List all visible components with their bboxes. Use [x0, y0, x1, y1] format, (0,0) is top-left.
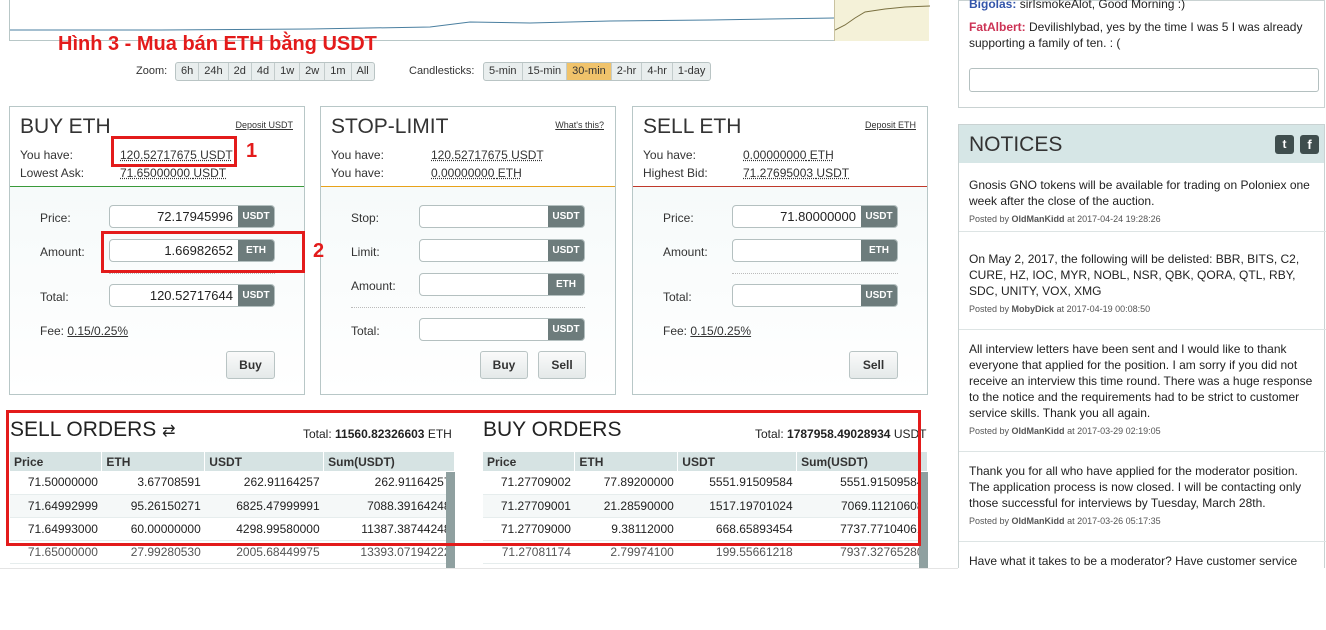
buy-amount-label: Amount:	[40, 245, 85, 259]
annotation-label-1: 1	[246, 140, 258, 162]
buy-total-label: Total:	[40, 290, 69, 304]
notice-item: All interview letters have been sent and…	[969, 342, 1313, 436]
notice-item: Thank you for all who have applied for t…	[969, 464, 1302, 526]
zoom-1m[interactable]: 1m	[325, 63, 352, 80]
buy-price-input[interactable]: 72.17945996 USDT	[109, 205, 275, 228]
buy-fee: Fee: 0.15/0.25%	[40, 324, 129, 338]
notice-item: Gnosis GNO tokens will be available for …	[969, 178, 1310, 224]
sell-price-input[interactable]: 71.80000000 USDT	[732, 205, 898, 228]
zoom-label: Zoom:	[136, 65, 168, 77]
highest-bid-label: Highest Bid:	[643, 166, 708, 180]
annotation-box-orders	[6, 410, 921, 546]
lowest-ask-label: Lowest Ask:	[20, 166, 85, 180]
stop-input[interactable]: USDT	[419, 205, 585, 228]
stop-have-value[interactable]: 120.52717675 USDT	[431, 148, 544, 162]
facebook-icon[interactable]: f	[1300, 135, 1319, 154]
sell-total-label: Total:	[663, 290, 692, 304]
stop-have2-value[interactable]: 0.00000000 ETH	[431, 166, 522, 180]
notice-item: On May 2, 2017, the following will be de…	[969, 252, 1300, 314]
candle-15-min[interactable]: 15-min	[523, 63, 568, 80]
candle-4-hr[interactable]: 4-hr	[642, 63, 673, 80]
trollbox: Bigolas: sirIsmokeAlot, Good Morning :) …	[958, 0, 1325, 108]
deposit-usdt-link[interactable]: Deposit USDT	[235, 120, 293, 130]
candlesticks-label: Candlesticks:	[409, 65, 475, 77]
stop-limit-panel: STOP-LIMIT What's this? You have: 120.52…	[320, 106, 616, 395]
sell-amount-input[interactable]: ETH	[732, 239, 898, 262]
chat-message: Bigolas: sirIsmokeAlot, Good Morning :)	[969, 0, 1186, 11]
stop-amount-label: Amount:	[351, 279, 396, 293]
highest-bid-value[interactable]: 71.27695003 USDT	[743, 166, 849, 180]
sell-button[interactable]: Sell	[849, 351, 898, 379]
buy-total-input[interactable]: 120.52717644 USDT	[109, 284, 275, 307]
stop-amount-input[interactable]: ETH	[419, 273, 585, 296]
zoom-1w[interactable]: 1w	[275, 63, 301, 80]
sell-panel: SELL ETH Deposit ETH You have: 0.0000000…	[632, 106, 928, 395]
sell-total-input[interactable]: USDT	[732, 284, 898, 307]
notice-item: Have what it takes to be a moderator? Ha…	[969, 554, 1298, 568]
zoom-2d[interactable]: 2d	[229, 63, 252, 80]
deposit-eth-link[interactable]: Deposit ETH	[865, 120, 916, 130]
zoom-all[interactable]: All	[352, 63, 374, 80]
stop-buy-button[interactable]: Buy	[480, 351, 528, 379]
stop-total-input[interactable]: USDT	[419, 318, 585, 341]
lowest-ask-value[interactable]: 71.65000000 USDT	[120, 166, 226, 180]
buy-price-label: Price:	[40, 211, 71, 225]
stop-label: Stop:	[351, 211, 380, 225]
annotation-box-2	[101, 231, 305, 273]
sell-title: SELL ETH	[643, 115, 742, 138]
zoom-2w[interactable]: 2w	[300, 63, 326, 80]
stop-limit-title: STOP-LIMIT	[331, 115, 449, 138]
whats-this-link[interactable]: What's this?	[555, 120, 604, 130]
annotation-box-1	[111, 136, 237, 167]
buy-button[interactable]: Buy	[226, 351, 275, 379]
buy-have-label: You have:	[20, 148, 73, 162]
candlestick-options: 5-min 15-min 30-min 2-hr 4-hr 1-day	[483, 62, 712, 81]
zoom-24h[interactable]: 24h	[199, 63, 229, 80]
buy-fee-link[interactable]: 0.15/0.25%	[67, 324, 128, 338]
sell-have-label: You have:	[643, 148, 696, 162]
candle-5-min[interactable]: 5-min	[484, 63, 523, 80]
zoom-4d[interactable]: 4d	[252, 63, 276, 80]
zoom-options: 6h 24h 2d 4d 1w 2w 1m All	[175, 62, 375, 81]
notices-panel: NOTICES t f Gnosis GNO tokens will be av…	[958, 124, 1326, 574]
chat-message: FatAlbert: Devilishlybad, yes by the tim…	[969, 20, 1303, 50]
depth-chart	[834, 0, 931, 41]
notices-title: NOTICES	[969, 133, 1063, 156]
buy-title: BUY ETH	[20, 115, 111, 138]
stop-have2-label: You have:	[331, 166, 384, 180]
candle-1-day[interactable]: 1-day	[673, 63, 711, 80]
candle-30-min[interactable]: 30-min	[567, 63, 612, 80]
figure-caption: Hình 3 - Mua bán ETH bằng USDT	[58, 33, 377, 55]
candle-2-hr[interactable]: 2-hr	[612, 63, 643, 80]
annotation-label-2: 2	[313, 240, 325, 262]
chat-input[interactable]	[969, 68, 1319, 92]
sell-amount-label: Amount:	[663, 245, 708, 259]
stop-have-label: You have:	[331, 148, 384, 162]
limit-input[interactable]: USDT	[419, 239, 585, 262]
sell-fee: Fee: 0.15/0.25%	[663, 324, 752, 338]
limit-label: Limit:	[351, 245, 380, 259]
sell-price-label: Price:	[663, 211, 694, 225]
sell-fee-link[interactable]: 0.15/0.25%	[690, 324, 751, 338]
twitter-icon[interactable]: t	[1275, 135, 1294, 154]
zoom-6h[interactable]: 6h	[176, 63, 200, 80]
sell-have-value[interactable]: 0.00000000 ETH	[743, 148, 834, 162]
stop-total-label: Total:	[351, 324, 380, 338]
notices-header: NOTICES t f	[959, 125, 1324, 163]
stop-sell-button[interactable]: Sell	[538, 351, 586, 379]
